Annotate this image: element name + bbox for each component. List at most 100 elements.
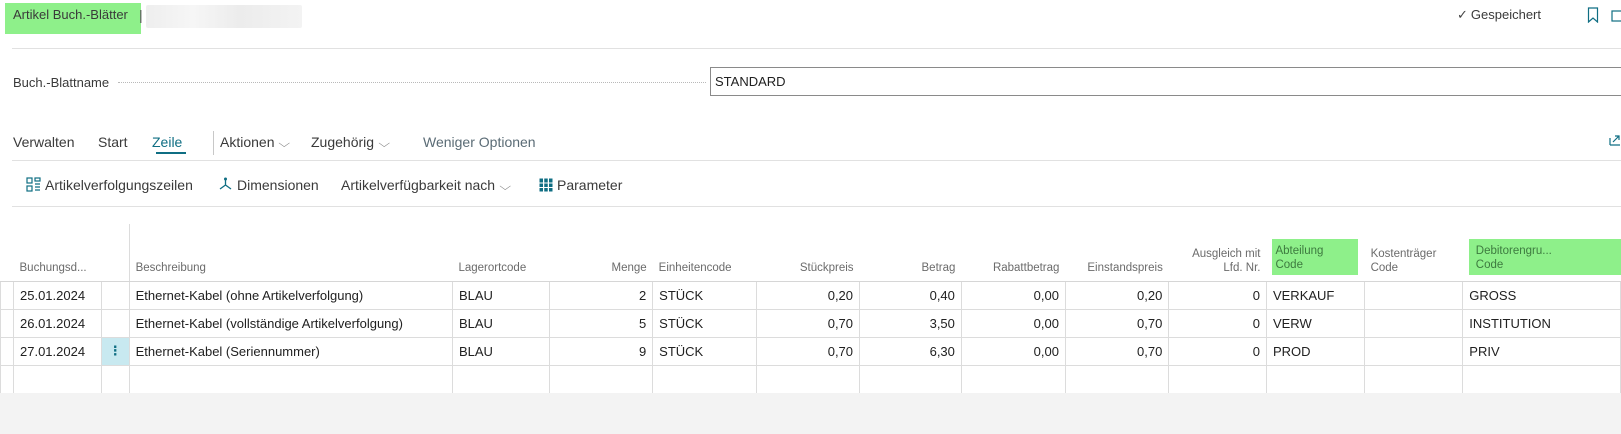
col-unit-code[interactable]: Einheitencode bbox=[652, 224, 757, 282]
row-menu-cell[interactable] bbox=[101, 309, 130, 338]
cell-location-code[interactable]: BLAU bbox=[452, 281, 551, 310]
cell-empty[interactable] bbox=[1065, 365, 1170, 394]
col-cc-line2: Code bbox=[1370, 261, 1399, 274]
parameters-button[interactable]: Parameter bbox=[539, 177, 622, 193]
cell-discount-amount[interactable]: 0,00 bbox=[961, 281, 1066, 310]
col-department-code[interactable]: Abteilung Code bbox=[1266, 224, 1365, 282]
col-row-menu bbox=[101, 224, 130, 282]
tab-zeile[interactable]: Zeile bbox=[152, 134, 182, 150]
menu-zugehoerig[interactable]: Zugehörig ⌵ bbox=[311, 134, 390, 151]
cell-unit-code[interactable]: STÜCK bbox=[652, 337, 758, 366]
cell-applies-to-entry[interactable]: 0 bbox=[1168, 281, 1267, 310]
expand-icon[interactable] bbox=[1611, 8, 1621, 22]
col-unit-price[interactable]: Stückpreis bbox=[756, 224, 860, 282]
item-tracking-icon bbox=[26, 177, 41, 192]
tab-verwalten[interactable]: Verwalten bbox=[13, 134, 74, 150]
row-menu-cell[interactable] bbox=[101, 365, 130, 394]
cell-location-code[interactable]: BLAU bbox=[452, 309, 551, 338]
page: Artikel Buch.-Blätter | ✓ Gespeichert Buc… bbox=[0, 0, 1621, 434]
cell-applies-to-entry[interactable]: 0 bbox=[1168, 309, 1267, 338]
cell-empty[interactable] bbox=[452, 365, 551, 394]
cell-unit-code[interactable]: STÜCK bbox=[652, 309, 758, 338]
fewer-options-button[interactable]: Weniger Optionen bbox=[423, 134, 536, 150]
dimensions-button[interactable]: Dimensionen bbox=[218, 177, 319, 193]
cell-empty[interactable] bbox=[859, 365, 962, 394]
journal-table: Buchungsd... Beschreibung Lagerortcode M… bbox=[0, 224, 1621, 394]
cell-empty[interactable] bbox=[1462, 365, 1621, 394]
row-menu-button[interactable]: ⋮ bbox=[101, 337, 130, 366]
col-amount[interactable]: Betrag bbox=[859, 224, 962, 282]
cell-empty[interactable] bbox=[13, 365, 102, 394]
cell-cost-center-code[interactable] bbox=[1364, 337, 1464, 366]
col-unit-cost[interactable]: Einstandspreis bbox=[1065, 224, 1169, 282]
cell-department-code[interactable]: VERKAUF bbox=[1266, 281, 1366, 310]
cell-empty[interactable] bbox=[652, 365, 758, 394]
cell-customer-group-code[interactable]: GROSS bbox=[1462, 281, 1621, 310]
dimensions-label: Dimensionen bbox=[237, 177, 319, 193]
cell-unit-code[interactable]: STÜCK bbox=[652, 281, 758, 310]
cell-amount[interactable]: 6,30 bbox=[859, 337, 962, 366]
row-edge bbox=[0, 365, 14, 394]
col-description[interactable]: Beschreibung bbox=[129, 224, 453, 282]
cell-amount[interactable]: 0,40 bbox=[859, 281, 962, 310]
cell-unit-cost[interactable]: 0,70 bbox=[1065, 309, 1170, 338]
col-edge bbox=[0, 224, 14, 282]
saved-status: ✓ Gespeichert bbox=[1457, 7, 1541, 23]
cell-quantity[interactable]: 9 bbox=[549, 337, 654, 366]
bookmark-icon[interactable] bbox=[1587, 7, 1599, 23]
availability-label: Artikelverfügbarkeit nach bbox=[341, 177, 496, 193]
table-row[interactable]: 26.01.2024 Ethernet-Kabel (vollständige … bbox=[0, 309, 1621, 338]
cell-customer-group-code[interactable]: PRIV bbox=[1462, 337, 1621, 366]
cell-posting-date[interactable]: 27.01.2024 bbox=[13, 337, 102, 366]
cell-unit-price[interactable]: 0,70 bbox=[756, 337, 861, 366]
menu-aktionen[interactable]: Aktionen ⌵ bbox=[220, 134, 290, 151]
cell-empty[interactable] bbox=[1364, 365, 1464, 394]
col-quantity[interactable]: Menge bbox=[549, 224, 653, 282]
cell-empty[interactable] bbox=[549, 365, 654, 394]
cell-description[interactable]: Ethernet-Kabel (vollständige Artikelverf… bbox=[129, 309, 453, 338]
cell-amount[interactable]: 3,50 bbox=[859, 309, 962, 338]
cell-unit-price[interactable]: 0,70 bbox=[756, 309, 861, 338]
cell-applies-to-entry[interactable]: 0 bbox=[1168, 337, 1267, 366]
cell-empty[interactable] bbox=[961, 365, 1066, 394]
cell-posting-date[interactable]: 25.01.2024 bbox=[13, 281, 102, 310]
tab-start[interactable]: Start bbox=[98, 134, 128, 150]
cell-cost-center-code[interactable] bbox=[1364, 281, 1464, 310]
cell-empty[interactable] bbox=[1168, 365, 1267, 394]
batch-name-input[interactable] bbox=[710, 67, 1621, 96]
cell-posting-date[interactable]: 26.01.2024 bbox=[13, 309, 102, 338]
cell-department-code[interactable]: PROD bbox=[1266, 337, 1366, 366]
grid-icon bbox=[539, 178, 553, 192]
row-menu-cell[interactable] bbox=[101, 281, 130, 310]
table-row-empty[interactable] bbox=[0, 365, 1621, 394]
cell-unit-cost[interactable]: 0,70 bbox=[1065, 337, 1170, 366]
cell-discount-amount[interactable]: 0,00 bbox=[961, 337, 1066, 366]
item-tracking-lines-button[interactable]: Artikelverfolgungszeilen bbox=[26, 177, 193, 193]
cell-location-code[interactable]: BLAU bbox=[452, 337, 551, 366]
availability-menu[interactable]: Artikelverfügbarkeit nach ⌵ bbox=[341, 177, 511, 194]
cell-discount-amount[interactable]: 0,00 bbox=[961, 309, 1066, 338]
cell-cost-center-code[interactable] bbox=[1364, 309, 1464, 338]
cell-empty[interactable] bbox=[1266, 365, 1366, 394]
col-discount-amount[interactable]: Rabattbetrag bbox=[961, 224, 1066, 282]
col-customer-group-code[interactable]: Debitorengru... Code bbox=[1462, 224, 1621, 282]
share-icon[interactable] bbox=[1608, 133, 1621, 147]
cell-unit-price[interactable]: 0,20 bbox=[756, 281, 861, 310]
col-posting-date[interactable]: Buchungsd... bbox=[13, 224, 102, 282]
col-location-code[interactable]: Lagerortcode bbox=[452, 224, 550, 282]
col-cust-line2: Code bbox=[1475, 258, 1504, 271]
cell-quantity[interactable]: 5 bbox=[549, 309, 654, 338]
table-row-selected[interactable]: 27.01.2024 ⋮ Ethernet-Kabel (Seriennumme… bbox=[0, 337, 1621, 366]
cell-empty[interactable] bbox=[129, 365, 453, 394]
cell-empty[interactable] bbox=[756, 365, 861, 394]
col-cost-center-code[interactable]: Kostenträger Code bbox=[1364, 224, 1463, 282]
cell-description[interactable]: Ethernet-Kabel (ohne Artikelverfolgung) bbox=[129, 281, 453, 310]
cell-unit-cost[interactable]: 0,20 bbox=[1065, 281, 1170, 310]
col-applies-to-entry[interactable]: Ausgleich mit Lfd. Nr. bbox=[1168, 224, 1267, 282]
cell-quantity[interactable]: 2 bbox=[549, 281, 654, 310]
cell-customer-group-code[interactable]: INSTITUTION bbox=[1462, 309, 1621, 338]
cell-description[interactable]: Ethernet-Kabel (Seriennummer) bbox=[129, 337, 453, 366]
divider bbox=[12, 206, 1621, 207]
cell-department-code[interactable]: VERW bbox=[1266, 309, 1366, 338]
table-row[interactable]: 25.01.2024 Ethernet-Kabel (ohne Artikelv… bbox=[0, 281, 1621, 310]
